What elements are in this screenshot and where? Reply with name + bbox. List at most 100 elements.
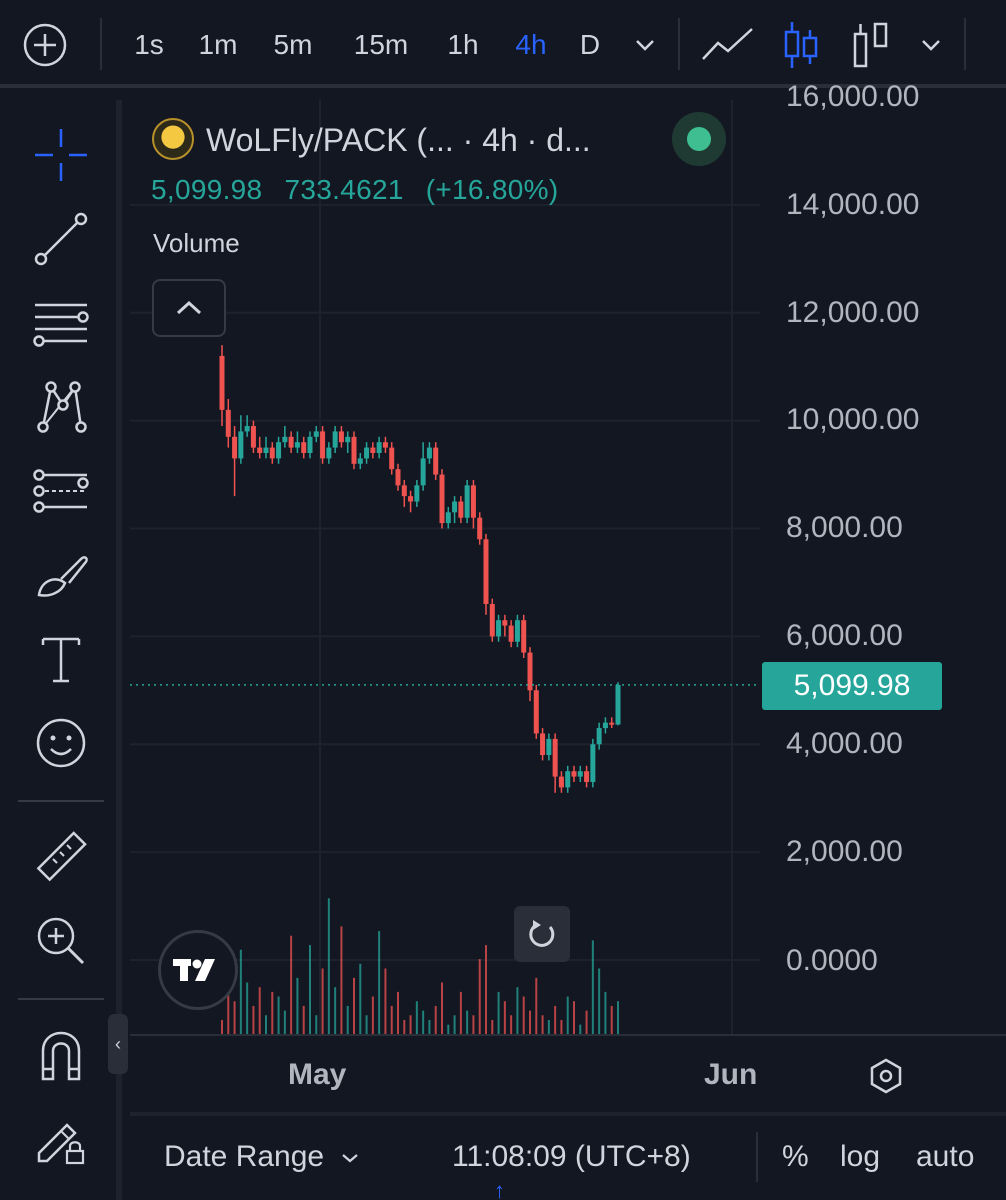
chevron-down-icon	[342, 1154, 359, 1163]
candle-body	[552, 738, 558, 777]
volume-bar	[252, 1005, 255, 1034]
candle-body	[521, 620, 527, 653]
pattern-tool[interactable]	[26, 372, 96, 442]
candle-body	[382, 442, 388, 448]
volume-bar	[560, 1019, 563, 1034]
line-chart-button[interactable]	[698, 18, 758, 72]
change-percent: (+16.80%)	[425, 174, 559, 205]
zoom-in-tool[interactable]	[26, 906, 96, 976]
volume-bar	[221, 1019, 223, 1034]
volume-bar	[472, 1015, 475, 1034]
volume-bar	[415, 1001, 418, 1034]
timeframe-1h[interactable]: 1h	[440, 18, 486, 72]
candle-body	[565, 771, 571, 788]
candle-body	[370, 447, 376, 453]
timeframe-4h[interactable]: 4h	[506, 18, 556, 72]
volume-bar	[428, 1019, 431, 1034]
bars-icon	[853, 22, 888, 68]
percent-scale-button[interactable]: %	[782, 1140, 809, 1174]
reset-chart-button[interactable]	[514, 906, 570, 962]
timeframe-1m[interactable]: 1m	[190, 18, 246, 72]
timeframe-15m[interactable]: 15m	[342, 18, 420, 72]
time-axis-separator	[760, 1034, 1006, 1036]
timeframe-D[interactable]: D	[572, 18, 608, 72]
pattern-icon	[37, 381, 87, 433]
collapse-legend-button[interactable]	[152, 279, 226, 337]
text-tool[interactable]	[26, 624, 96, 694]
candle-body	[514, 620, 520, 642]
lock-drawings-tool[interactable]	[26, 1104, 96, 1174]
horizontal-lines-tool[interactable]	[26, 288, 96, 358]
collapse-toolbar-handle[interactable]: ‹	[108, 1014, 128, 1074]
volume-bar	[384, 968, 387, 1034]
tradingview-logo[interactable]	[158, 930, 238, 1010]
candle-body	[458, 501, 464, 518]
emoji-tool[interactable]	[26, 708, 96, 778]
candle-body	[326, 447, 332, 459]
volume-bar	[529, 1010, 531, 1034]
volume-bar	[353, 977, 355, 1034]
volume-bar	[233, 1001, 236, 1034]
timeframe-1s[interactable]: 1s	[126, 18, 172, 72]
candle-body	[269, 447, 275, 459]
candle-body	[313, 431, 319, 437]
volume-bar	[459, 991, 462, 1034]
symbol-title[interactable]: WoLFly/PACK (... · 4h · d...	[206, 122, 591, 159]
volume-bar	[610, 1005, 613, 1034]
price-legend: 5,099.98 733.4621 (+16.80%)	[151, 174, 572, 206]
candle-body	[414, 485, 420, 502]
price-axis-tick: 0.0000	[786, 944, 878, 977]
volume-bar	[573, 1001, 575, 1034]
trend-line-tool[interactable]	[26, 204, 96, 274]
volume-bar	[378, 931, 381, 1034]
candle-body	[609, 722, 615, 725]
timeframe-dropdown-button[interactable]	[628, 18, 662, 72]
crosshair-tool[interactable]	[26, 120, 96, 190]
chart-settings-button[interactable]	[864, 1054, 908, 1098]
chevron-up-icon	[176, 300, 202, 315]
trend-line-icon	[34, 212, 88, 266]
reset-icon	[529, 920, 555, 947]
candle-body	[238, 431, 244, 459]
price-axis-tick: 10,000.00	[786, 403, 920, 436]
market-status-indicator[interactable]	[672, 112, 726, 166]
price-axis-tick: 16,000.00	[786, 80, 920, 113]
date-range-button[interactable]: Date Range	[164, 1140, 360, 1174]
text-icon	[41, 637, 81, 683]
time-axis-tick: May	[288, 1058, 347, 1091]
volume-indicator-label[interactable]: Volume	[153, 228, 240, 259]
candles-chart-button[interactable]	[776, 18, 826, 72]
close-value: 5,099.98	[151, 174, 263, 205]
candle-body	[489, 604, 495, 637]
volume-bar	[585, 1010, 588, 1034]
volume-bar	[535, 977, 538, 1034]
bars-chart-button[interactable]	[848, 18, 894, 72]
line-chart-icon	[702, 28, 753, 60]
volume-bar	[315, 1015, 318, 1034]
auto-scale-button[interactable]: auto	[916, 1140, 974, 1174]
candle-body	[244, 426, 250, 432]
emoji-icon	[36, 718, 86, 768]
volume-bar	[591, 940, 594, 1034]
candle-body	[508, 625, 514, 642]
timeframe-5m[interactable]: 5m	[264, 18, 322, 72]
candle-body	[408, 496, 414, 502]
volume-bar	[246, 982, 249, 1034]
candle-body	[219, 355, 225, 410]
brush-tool[interactable]	[26, 540, 96, 610]
candle-body	[584, 771, 590, 783]
bottom-separator	[756, 1132, 758, 1182]
ruler-tool[interactable]	[26, 822, 96, 892]
status-dot-icon	[687, 127, 711, 151]
volume-bar	[547, 1019, 550, 1034]
add-symbol-button[interactable]	[16, 18, 74, 72]
timezone-clock[interactable]: 11:08:09 (UTC+8)	[452, 1140, 691, 1174]
forecast-tool[interactable]	[26, 456, 96, 526]
candle-body	[250, 426, 256, 448]
magnet-tool[interactable]	[26, 1020, 96, 1090]
candle-body	[540, 733, 546, 756]
arrow-up-icon: ↑	[494, 1178, 505, 1200]
chart-type-dropdown-button[interactable]	[914, 18, 948, 72]
candle-body	[345, 436, 351, 443]
log-scale-button[interactable]: log	[840, 1140, 880, 1174]
